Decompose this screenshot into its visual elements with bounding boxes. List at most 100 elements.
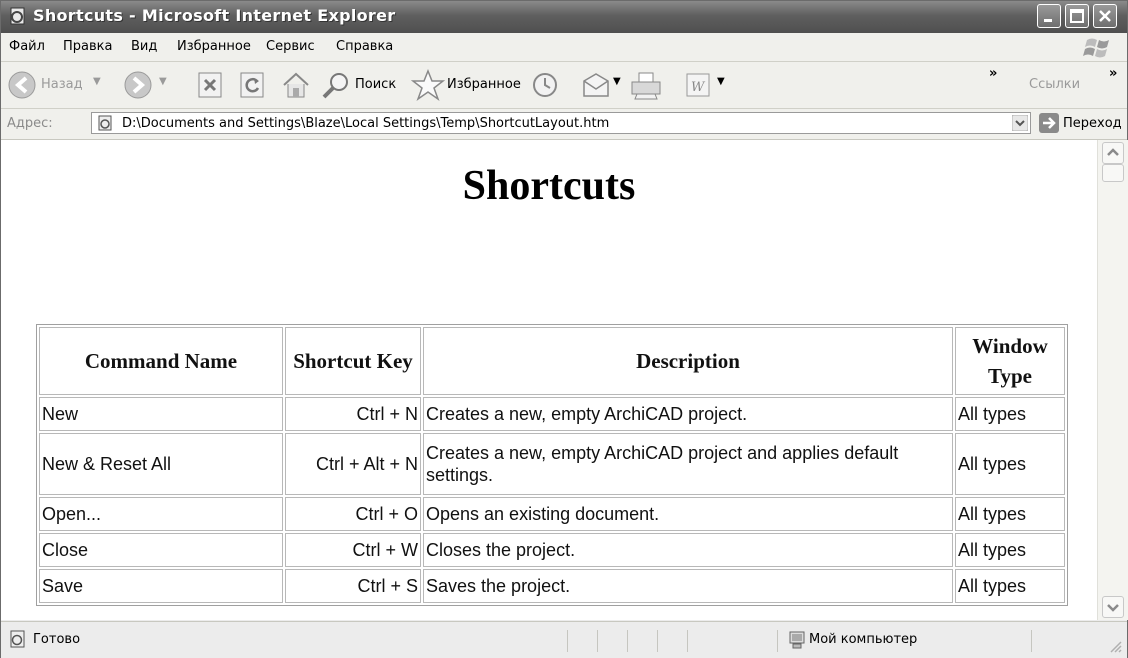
status-divider — [777, 630, 778, 652]
scroll-up-icon — [1107, 148, 1119, 156]
menu-tools[interactable]: Сервис — [266, 39, 315, 54]
back-label[interactable]: Назад — [41, 77, 83, 92]
mail-icon[interactable] — [581, 71, 611, 99]
go-button[interactable]: Переход — [1063, 116, 1122, 131]
page-icon — [98, 115, 112, 131]
address-bar: Адрес: D:\Documents and Settings\Blaze\L… — [1, 109, 1127, 140]
print-icon[interactable] — [629, 70, 663, 100]
window-type: All types — [955, 497, 1065, 531]
links-chevron[interactable]: » — [1109, 66, 1117, 81]
refresh-icon[interactable] — [239, 71, 265, 99]
column-header: Window Type — [955, 327, 1065, 395]
back-dropdown-icon[interactable]: ▼ — [93, 76, 101, 87]
scroll-thumb[interactable] — [1102, 164, 1124, 182]
ie-page-icon — [10, 7, 25, 25]
favorites-star-icon[interactable] — [411, 69, 445, 101]
description: Creates a new, empty ArchiCAD project an… — [423, 433, 953, 495]
vertical-scrollbar[interactable] — [1097, 140, 1128, 620]
command-name: Open... — [39, 497, 283, 531]
window-title: Shortcuts - Microsoft Internet Explorer — [33, 6, 396, 25]
menu-favorites[interactable]: Избранное — [177, 39, 251, 54]
scroll-down-button[interactable] — [1102, 596, 1124, 618]
windows-logo-icon — [1083, 38, 1109, 58]
mail-dropdown-icon[interactable]: ▼ — [613, 76, 621, 87]
command-name: New — [39, 397, 283, 431]
command-name: Close — [39, 533, 283, 567]
close-button[interactable] — [1093, 4, 1117, 28]
shortcuts-table: Command Name Shortcut Key Description Wi… — [36, 324, 1068, 606]
table-row: New Ctrl + N Creates a new, empty ArchiC… — [39, 397, 1065, 431]
window-type: All types — [955, 569, 1065, 603]
forward-arrow-icon[interactable] — [123, 70, 153, 100]
svg-text:W: W — [691, 80, 706, 95]
resize-grip-icon[interactable] — [1109, 640, 1123, 654]
shortcut-key: Ctrl + O — [285, 497, 421, 531]
home-icon[interactable] — [281, 70, 311, 100]
shortcut-key: Ctrl + W — [285, 533, 421, 567]
toolbar-chevron[interactable]: » — [989, 66, 997, 81]
edit-word-icon[interactable]: W — [685, 72, 711, 98]
description: Creates a new, empty ArchiCAD project. — [423, 397, 953, 431]
status-divider — [627, 630, 628, 652]
go-arrow-icon[interactable] — [1039, 113, 1059, 133]
window-type: All types — [955, 533, 1065, 567]
menu-view[interactable]: Вид — [131, 39, 157, 54]
column-header: Description — [423, 327, 953, 395]
search-label[interactable]: Поиск — [355, 77, 396, 92]
history-icon[interactable] — [531, 71, 559, 99]
address-url[interactable]: D:\Documents and Settings\Blaze\Local Se… — [122, 116, 609, 131]
address-dropdown-icon[interactable] — [1012, 115, 1028, 131]
command-name: New & Reset All — [39, 433, 283, 495]
table-row: Close Ctrl + W Closes the project. All t… — [39, 533, 1065, 567]
search-icon[interactable] — [321, 71, 351, 99]
window-type: All types — [955, 397, 1065, 431]
scroll-down-icon — [1107, 604, 1119, 612]
my-computer-icon — [789, 631, 805, 649]
title-bar[interactable]: Shortcuts - Microsoft Internet Explorer — [1, 1, 1127, 33]
menu-bar: Файл Правка Вид Избранное Сервис Справка — [1, 33, 1127, 62]
shortcut-key: Ctrl + S — [285, 569, 421, 603]
status-divider — [657, 630, 658, 652]
description: Opens an existing document. — [423, 497, 953, 531]
address-input[interactable]: D:\Documents and Settings\Blaze\Local Se… — [91, 112, 1031, 134]
status-divider — [687, 630, 688, 652]
column-header: Command Name — [39, 327, 283, 395]
status-divider — [1031, 630, 1032, 652]
page-heading: Shortcuts — [462, 163, 636, 209]
page-content: Shortcuts Command Name Shortcut Key Desc… — [1, 140, 1097, 620]
menu-help[interactable]: Справка — [336, 39, 393, 54]
status-bar: Готово Мой компьютер — [1, 621, 1127, 658]
description: Saves the project. — [423, 569, 953, 603]
favorites-label[interactable]: Избранное — [447, 77, 521, 92]
table-row: New & Reset All Ctrl + Alt + N Creates a… — [39, 433, 1065, 495]
window-type: All types — [955, 433, 1065, 495]
edit-dropdown-icon[interactable]: ▼ — [717, 76, 725, 87]
stop-icon[interactable] — [197, 71, 223, 99]
minimize-icon — [1044, 19, 1052, 22]
minimize-button[interactable] — [1037, 4, 1061, 28]
done-page-icon — [10, 630, 25, 648]
status-divider — [567, 630, 568, 652]
table-row: Open... Ctrl + O Opens an existing docum… — [39, 497, 1065, 531]
close-icon — [1099, 10, 1111, 22]
forward-dropdown-icon[interactable]: ▼ — [159, 76, 167, 87]
menu-file[interactable]: Файл — [9, 39, 45, 54]
maximize-icon — [1070, 9, 1084, 23]
shortcut-key: Ctrl + Alt + N — [285, 433, 421, 495]
shortcut-key: Ctrl + N — [285, 397, 421, 431]
menu-edit[interactable]: Правка — [63, 39, 112, 54]
address-label: Адрес: — [7, 116, 53, 131]
status-text: Готово — [33, 632, 81, 647]
column-header: Shortcut Key — [285, 327, 421, 395]
toolbar: Назад ▼ ▼ Поиск Избранное ▼ W ▼ » Ссылки… — [1, 62, 1127, 109]
security-zone: Мой компьютер — [809, 632, 918, 647]
back-arrow-icon[interactable] — [7, 70, 37, 100]
maximize-button[interactable] — [1065, 4, 1089, 28]
command-name: Save — [39, 569, 283, 603]
scroll-up-button[interactable] — [1102, 142, 1124, 164]
description: Closes the project. — [423, 533, 953, 567]
links-label[interactable]: Ссылки — [1029, 77, 1080, 92]
table-row: Save Ctrl + S Saves the project. All typ… — [39, 569, 1065, 603]
status-divider — [597, 630, 598, 652]
browser-window: Shortcuts - Microsoft Internet Explorer … — [0, 0, 1128, 658]
